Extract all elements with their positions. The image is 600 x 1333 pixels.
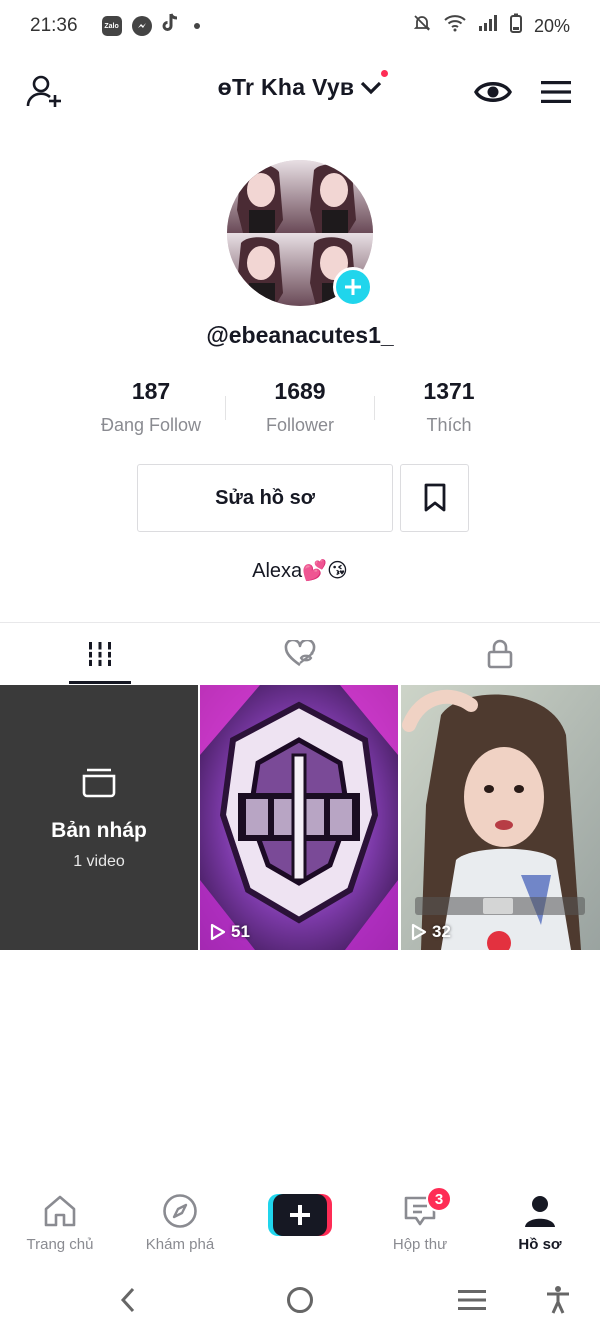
mute-icon bbox=[412, 13, 432, 39]
home-icon bbox=[44, 1195, 76, 1227]
lock-icon bbox=[487, 639, 513, 669]
username: @ebeanacutes1_ bbox=[206, 322, 394, 348]
stat-value: 187 bbox=[131, 378, 171, 404]
menu-button[interactable] bbox=[534, 70, 578, 114]
profile-header: ɵTr Kha Vyв bbox=[0, 60, 600, 122]
stat-label: Đang Follow bbox=[100, 415, 202, 435]
video-thumbnail-image bbox=[401, 685, 600, 950]
system-home-button[interactable] bbox=[280, 1282, 320, 1318]
account-name: ɵTr Kha Vyв bbox=[217, 74, 355, 100]
edit-profile-button[interactable]: Sửa hồ sơ bbox=[137, 464, 393, 532]
video-grid: Bản nháp 1 video 51 32 bbox=[0, 685, 600, 950]
video-thumbnail[interactable]: 32 bbox=[401, 685, 600, 950]
video-thumbnail-image bbox=[200, 685, 398, 950]
play-icon bbox=[210, 923, 226, 941]
nav-label: Khám phá bbox=[145, 1236, 215, 1253]
battery-icon bbox=[509, 13, 522, 39]
grid-icon bbox=[87, 642, 113, 666]
play-icon bbox=[411, 923, 427, 941]
active-tab-indicator bbox=[69, 681, 131, 684]
following-stat[interactable]: 187 Đang Follow bbox=[76, 378, 226, 436]
chevron-down-icon bbox=[361, 81, 382, 94]
bottom-navigation: Trang chủ Khám phá 3 Hộp thư Hồ sơ bbox=[0, 1180, 600, 1260]
signal-icon bbox=[478, 14, 498, 38]
status-bar: 21:36 Zalo 20% bbox=[0, 0, 600, 52]
wifi-icon bbox=[444, 14, 466, 38]
drafts-tile[interactable]: Bản nháp 1 video bbox=[0, 685, 198, 950]
recents-icon bbox=[458, 1290, 486, 1310]
system-recents-button[interactable] bbox=[452, 1282, 492, 1318]
play-count: 51 bbox=[210, 922, 250, 942]
bio: Alexa💕😘 bbox=[252, 560, 348, 582]
content-tabs bbox=[0, 623, 600, 685]
home-circle-icon bbox=[287, 1287, 313, 1313]
followers-stat[interactable]: 1689 Follower bbox=[225, 378, 375, 436]
profile-icon bbox=[525, 1196, 555, 1227]
create-icon bbox=[268, 1194, 332, 1236]
tiktok-icon bbox=[162, 13, 180, 39]
system-accessibility-button[interactable] bbox=[538, 1282, 578, 1318]
likes-stat[interactable]: 1371 Thích bbox=[374, 378, 524, 436]
profile-views-button[interactable] bbox=[471, 70, 515, 114]
favorites-button[interactable] bbox=[400, 464, 469, 532]
back-icon bbox=[120, 1287, 135, 1313]
accessibility-icon bbox=[547, 1286, 569, 1314]
status-time: 21:36 bbox=[30, 15, 78, 36]
system-back-button[interactable] bbox=[108, 1282, 148, 1318]
bookmark-icon bbox=[424, 483, 445, 512]
play-count: 32 bbox=[411, 922, 451, 942]
nav-profile[interactable]: Hồ sơ bbox=[480, 1192, 600, 1253]
menu-icon bbox=[541, 81, 571, 103]
create-button[interactable] bbox=[268, 1194, 332, 1236]
stat-label: Thích bbox=[426, 415, 472, 435]
nav-label: Hộp thư bbox=[392, 1236, 448, 1253]
tab-liked[interactable] bbox=[200, 623, 400, 685]
drafts-title: Bản nháp bbox=[51, 819, 147, 842]
nav-label: Hồ sơ bbox=[518, 1236, 562, 1253]
stat-value: 1689 bbox=[274, 378, 326, 404]
play-count-value: 32 bbox=[432, 922, 451, 941]
nav-discover[interactable]: Khám phá bbox=[120, 1192, 240, 1253]
nav-home[interactable]: Trang chủ bbox=[0, 1192, 120, 1253]
notification-dot bbox=[381, 70, 389, 77]
stat-value: 1371 bbox=[423, 378, 475, 404]
inbox-badge: 3 bbox=[426, 1186, 452, 1212]
nav-inbox[interactable]: 3 Hộp thư bbox=[360, 1186, 480, 1253]
tab-videos[interactable] bbox=[0, 623, 200, 685]
compass-icon bbox=[163, 1194, 197, 1228]
zalo-icon: Zalo bbox=[101, 16, 122, 36]
eye-icon bbox=[474, 82, 512, 102]
add-avatar-button[interactable] bbox=[333, 267, 373, 307]
stat-label: Follower bbox=[265, 415, 335, 435]
tab-private[interactable] bbox=[400, 623, 600, 685]
nav-label: Trang chủ bbox=[26, 1236, 94, 1253]
hidden-heart-icon bbox=[284, 640, 316, 667]
drafts-icon bbox=[82, 768, 116, 798]
video-thumbnail[interactable]: 51 bbox=[200, 685, 398, 950]
play-count-value: 51 bbox=[231, 922, 250, 941]
notification-dot bbox=[193, 23, 200, 29]
battery-percent: 20% bbox=[533, 15, 570, 36]
messenger-icon bbox=[131, 16, 152, 36]
profile-stats: 187 Đang Follow 1689 Follower 1371 Thích bbox=[0, 378, 600, 442]
plus-icon bbox=[345, 279, 361, 295]
system-navigation bbox=[0, 1268, 600, 1333]
drafts-count: 1 video bbox=[73, 853, 125, 870]
